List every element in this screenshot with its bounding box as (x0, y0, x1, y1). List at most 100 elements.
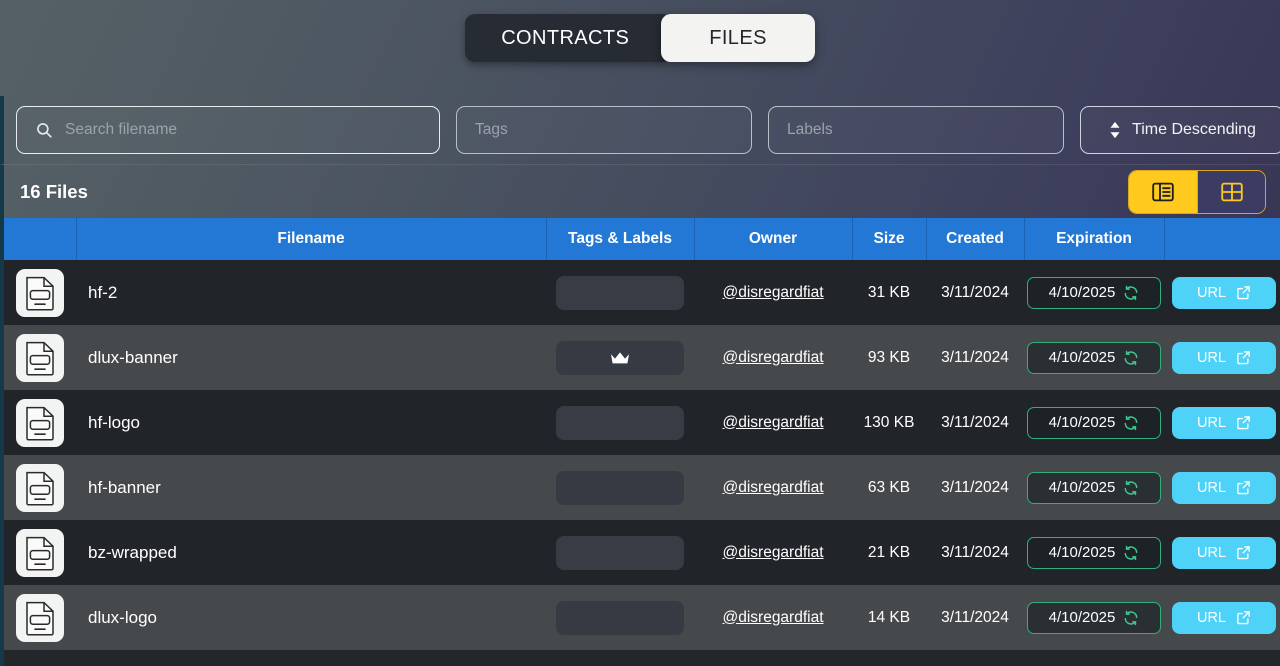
table-body: hf-2 @disregardfiat 31 KB 3/11/2024 4/10/… (4, 260, 1280, 650)
cell-expiration: 4/10/2025 (1024, 260, 1164, 325)
table-row[interactable]: dlux-logo @disregardfiat 14 KB 3/11/2024 … (4, 585, 1280, 650)
refresh-expiration-icon[interactable] (1123, 415, 1139, 431)
cell-icon (4, 520, 76, 585)
url-button[interactable]: URL (1172, 341, 1276, 374)
column-header-created[interactable]: Created (926, 218, 1025, 260)
column-header-expiration[interactable]: Expiration (1024, 218, 1165, 260)
column-header-size[interactable]: Size (852, 218, 927, 260)
top-tab-bar: CONTRACTS FILES (0, 0, 1280, 96)
refresh-expiration-icon[interactable] (1123, 610, 1139, 626)
cell-expiration: 4/10/2025 (1024, 325, 1164, 390)
expiration-chip[interactable]: 4/10/2025 (1027, 406, 1161, 439)
tab-contracts-label: CONTRACTS (501, 26, 630, 49)
list-view-icon (1152, 182, 1174, 202)
tags-labels-chip[interactable] (556, 535, 684, 570)
cell-tags[interactable] (546, 325, 694, 390)
tags-labels-chip[interactable] (556, 405, 684, 440)
results-toolbar: 16 Files (0, 164, 1280, 218)
cell-actions: URL (1164, 260, 1280, 325)
file-type-icon (16, 528, 64, 577)
refresh-expiration-icon[interactable] (1123, 545, 1139, 561)
url-button[interactable]: URL (1172, 536, 1276, 569)
cell-size: 31 KB (867, 283, 911, 301)
url-button[interactable]: URL (1172, 276, 1276, 309)
tabstrip: CONTRACTS FILES (465, 14, 815, 62)
cell-filename[interactable]: dlux-banner (76, 325, 546, 390)
tags-labels-chip[interactable] (556, 470, 684, 505)
file-type-icon (16, 333, 64, 382)
owner-link[interactable]: @disregardfiat (722, 349, 823, 366)
expiration-chip[interactable]: 4/10/2025 (1027, 341, 1161, 374)
table-row[interactable]: dlux-banner @disregardfiat 93 KB 3/11/202… (4, 325, 1280, 390)
url-button[interactable]: URL (1172, 406, 1276, 439)
expiration-chip[interactable]: 4/10/2025 (1027, 276, 1161, 309)
column-header-icon[interactable] (4, 218, 77, 260)
table-row[interactable]: bz-wrapped @disregardfiat 21 KB 3/11/2024… (4, 520, 1280, 585)
search-input[interactable]: Search filename (16, 106, 440, 154)
labels-input[interactable]: Labels (768, 106, 1064, 154)
cell-tags[interactable] (546, 455, 694, 520)
expiration-chip[interactable]: 4/10/2025 (1027, 471, 1161, 504)
expiration-date: 4/10/2025 (1048, 414, 1116, 431)
url-button-label: URL (1196, 544, 1226, 561)
cell-icon (4, 455, 76, 520)
sort-select[interactable]: Time Descending (1080, 106, 1280, 154)
cell-filename[interactable]: hf-2 (76, 260, 546, 325)
table-row[interactable]: hf-2 @disregardfiat 31 KB 3/11/2024 4/10/… (4, 260, 1280, 325)
url-button[interactable]: URL (1172, 601, 1276, 634)
filter-bar: Search filename Tags Labels Time Descend… (0, 96, 1280, 164)
sort-value: Time Descending (1132, 121, 1256, 138)
tab-contracts[interactable]: CONTRACTS (465, 14, 666, 62)
cell-tags[interactable] (546, 390, 694, 455)
files-table-container: Filename Tags & Labels Owner Size Create… (0, 218, 1280, 666)
cell-icon (4, 390, 76, 455)
column-header-owner[interactable]: Owner (694, 218, 853, 260)
cell-tags[interactable] (546, 260, 694, 325)
cell-filename[interactable]: dlux-logo (76, 585, 546, 650)
cell-filename[interactable]: hf-logo (76, 390, 546, 455)
column-header-filename[interactable]: Filename (76, 218, 547, 260)
url-button-label: URL (1196, 349, 1226, 366)
sort-updown-icon (1108, 121, 1122, 139)
owner-link[interactable]: @disregardfiat (722, 414, 823, 431)
search-placeholder: Search filename (65, 121, 178, 138)
cell-actions: URL (1164, 455, 1280, 520)
file-type-icon (16, 398, 64, 447)
tags-labels-chip[interactable] (556, 600, 684, 635)
tags-labels-chip[interactable] (556, 275, 684, 310)
owner-link[interactable]: @disregardfiat (722, 479, 823, 496)
files-table: Filename Tags & Labels Owner Size Create… (4, 218, 1280, 650)
tags-labels-chip[interactable] (556, 340, 684, 375)
cell-actions: URL (1164, 520, 1280, 585)
cell-owner: @disregardfiat (694, 455, 852, 520)
cell-filename[interactable]: hf-banner (76, 455, 546, 520)
cell-size: 21 KB (867, 543, 911, 561)
table-head: Filename Tags & Labels Owner Size Create… (4, 218, 1280, 260)
refresh-expiration-icon[interactable] (1123, 285, 1139, 301)
column-header-tags[interactable]: Tags & Labels (546, 218, 695, 260)
view-list-button[interactable] (1129, 170, 1197, 213)
cell-owner: @disregardfiat (694, 585, 852, 650)
cell-tags[interactable] (546, 520, 694, 585)
owner-link[interactable]: @disregardfiat (722, 284, 823, 301)
cell-tags[interactable] (546, 585, 694, 650)
cell-expiration: 4/10/2025 (1024, 455, 1164, 520)
url-button-label: URL (1196, 414, 1226, 431)
table-row[interactable]: hf-logo @disregardfiat 130 KB 3/11/2024 4… (4, 390, 1280, 455)
owner-link[interactable]: @disregardfiat (722, 544, 823, 561)
cell-actions: URL (1164, 390, 1280, 455)
external-link-icon (1236, 480, 1251, 495)
view-grid-button[interactable] (1197, 170, 1265, 213)
refresh-expiration-icon[interactable] (1123, 350, 1139, 366)
owner-link[interactable]: @disregardfiat (722, 609, 823, 626)
expiration-chip[interactable]: 4/10/2025 (1027, 601, 1161, 634)
cell-filename[interactable]: bz-wrapped (76, 520, 546, 585)
search-icon (35, 121, 53, 139)
table-row[interactable]: hf-banner @disregardfiat 63 KB 3/11/2024 … (4, 455, 1280, 520)
external-link-icon (1236, 285, 1251, 300)
tags-input[interactable]: Tags (456, 106, 752, 154)
tab-files[interactable]: FILES (661, 14, 815, 62)
refresh-expiration-icon[interactable] (1123, 480, 1139, 496)
expiration-chip[interactable]: 4/10/2025 (1027, 536, 1161, 569)
url-button[interactable]: URL (1172, 471, 1276, 504)
